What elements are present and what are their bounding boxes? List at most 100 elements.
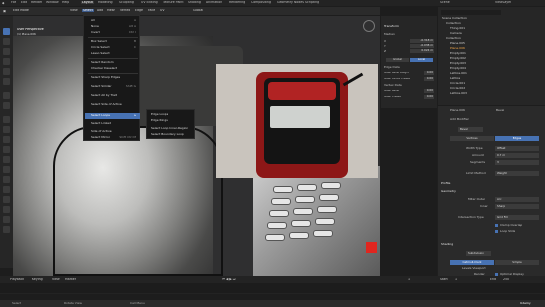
rotate-tool[interactable] — [3, 58, 10, 65]
submenu-item-edge-loops[interactable]: Edge Loops — [151, 113, 168, 116]
outliner-row[interactable]: Lattice.001 — [450, 72, 467, 75]
y-field[interactable]: -0.038 m — [410, 44, 434, 48]
mean-bevel-field[interactable]: 0.00 — [424, 89, 434, 93]
menu-item-select-all-by-trait[interactable]: Select All by Trait — [91, 94, 117, 97]
scene-selector[interactable]: Scene — [440, 1, 450, 4]
global-toggle[interactable]: Global — [386, 58, 409, 62]
outliner-row[interactable]: Collection — [446, 22, 461, 25]
poly-build-tool[interactable] — [3, 166, 10, 173]
tab-edges[interactable]: Edges — [495, 136, 539, 141]
spin-tool[interactable] — [3, 176, 10, 183]
menu-item-select-mirror[interactable]: Select Mirror — [91, 136, 110, 139]
loop-cut-tool[interactable] — [3, 146, 10, 153]
loop-slide-checkbox[interactable] — [495, 230, 498, 233]
menu-window[interactable]: Window — [46, 1, 59, 4]
limit-method-dropdown[interactable]: Weight — [495, 171, 539, 176]
tab-uv-editing[interactable]: UV Editing — [141, 1, 158, 4]
profile-section[interactable]: Profile — [441, 182, 542, 187]
menu-item-checker-deselect[interactable]: Checker Deselect — [91, 67, 117, 70]
tab-texture-paint[interactable]: Texture Paint — [163, 1, 184, 4]
tab-rendering[interactable]: Rendering — [229, 1, 245, 4]
outliner-row[interactable]: Empty.001 — [450, 52, 466, 55]
inner-dropdown[interactable]: Sharp — [495, 204, 539, 209]
outliner-row[interactable]: Lattice — [450, 77, 460, 80]
menu-file[interactable]: File — [11, 1, 16, 4]
navigation-gizmo[interactable] — [363, 20, 375, 32]
mean-crease-field[interactable]: 0.00 — [424, 95, 434, 99]
submenu-item-edge-rings[interactable]: Edge Rings — [151, 119, 168, 122]
tab-modeling[interactable]: Modeling — [98, 1, 113, 4]
play-controls-icon[interactable]: ⏮ ◀ ▶ ⏭ — [222, 278, 236, 281]
viewlayer-selector[interactable]: ViewLayer — [495, 1, 511, 4]
menu-item-select-side[interactable]: Select Side of Active — [91, 103, 122, 106]
geometry-section[interactable]: Geometry — [441, 190, 542, 195]
tab-compositing[interactable]: Compositing — [251, 1, 271, 4]
outliner-row[interactable]: Circle.002 — [450, 87, 465, 90]
smooth-tool[interactable] — [3, 186, 10, 193]
amount-field[interactable]: 0.7 m — [495, 153, 539, 158]
intersection-type-dropdown[interactable]: Grid Fill — [495, 215, 539, 220]
tab-scripting[interactable]: Scripting — [305, 1, 319, 4]
outliner-search-input[interactable] — [441, 10, 501, 15]
current-frame-field[interactable]: 1 — [408, 278, 410, 281]
tab-animation[interactable]: Animation — [206, 1, 222, 4]
bevel-tool[interactable] — [3, 136, 10, 143]
cursor-tool[interactable] — [3, 38, 10, 45]
menu-add[interactable]: Add — [97, 9, 103, 12]
outliner-row[interactable]: Empty.004 — [450, 67, 466, 70]
catmull-clark-button[interactable]: Catmull-Clark — [450, 260, 494, 265]
modifier-name-field[interactable]: Bevel — [458, 127, 483, 132]
add-modifier-button[interactable]: Add Modifier — [450, 118, 469, 121]
inset-tool[interactable] — [3, 126, 10, 133]
start-frame-field[interactable]: 1 — [455, 278, 457, 281]
menu-item-all[interactable]: All — [91, 19, 95, 22]
x-field[interactable]: -0.318 m — [410, 39, 434, 43]
outliner-row[interactable]: Plane.005 — [450, 42, 465, 45]
mean-vertex-crease-field[interactable]: 0.00 — [424, 77, 434, 81]
outliner-row[interactable]: Scene Collection — [442, 17, 467, 20]
knife-tool[interactable] — [3, 156, 10, 163]
mode-dropdown[interactable]: Edit Mode — [13, 9, 29, 12]
menu-edge[interactable]: Edge — [135, 9, 143, 12]
submenu-item-boundary-loop[interactable]: Select Boundary Loop — [151, 133, 184, 136]
transform-panel-title[interactable]: Transform — [384, 25, 399, 28]
outliner-row[interactable]: Circle.001 — [450, 82, 465, 85]
shrink-fatten-tool[interactable] — [3, 206, 10, 213]
transform-tool[interactable] — [3, 78, 10, 85]
tab-geometry-nodes[interactable]: Geometry Nodes — [277, 1, 304, 4]
clamp-overlap-checkbox[interactable] — [495, 224, 498, 227]
outliner-row-active[interactable]: Plane.006 — [450, 47, 465, 50]
simple-button[interactable]: Simple — [495, 260, 539, 265]
outliner-row[interactable]: Empty.003 — [450, 62, 466, 65]
submenu-item-loop-inner-region[interactable]: Select Loop Inner-Region — [151, 127, 188, 130]
outliner-row[interactable]: Lattice.003 — [450, 92, 467, 95]
menu-uv[interactable]: UV — [160, 9, 165, 12]
menu-edit[interactable]: Edit — [21, 1, 27, 4]
outliner-row[interactable]: Camera — [450, 32, 462, 35]
menu-item-lasso-select[interactable]: Lasso Select — [91, 52, 110, 55]
outliner-row[interactable]: Thing.001 — [450, 27, 465, 30]
menu-select[interactable]: Select — [82, 9, 94, 13]
outliner-row[interactable]: Collection — [446, 37, 461, 40]
segments-field[interactable]: 3 — [495, 160, 539, 165]
menu-item-box-select[interactable]: Box Select — [91, 40, 107, 43]
menu-item-select-loops[interactable]: Select Loops — [91, 114, 110, 117]
shading-section[interactable]: Shading — [441, 243, 542, 248]
bevel-modifier-chip[interactable]: Bevel — [496, 109, 504, 112]
rip-tool[interactable] — [3, 226, 10, 233]
z-field[interactable]: 0.024 m — [410, 49, 434, 53]
width-type-dropdown[interactable]: Offset — [495, 146, 539, 151]
timeline-view-menu[interactable]: View — [52, 278, 60, 281]
select-box-tool[interactable] — [3, 28, 10, 35]
menu-item-select-sharp-edges[interactable]: Select Sharp Edges — [91, 76, 120, 79]
measure-tool[interactable] — [3, 102, 10, 109]
menu-item-select-linked[interactable]: Select Linked — [91, 122, 111, 125]
edge-slide-tool[interactable] — [3, 196, 10, 203]
menu-render[interactable]: Render — [31, 1, 42, 4]
menu-item-none[interactable]: None — [91, 25, 99, 28]
extrude-tool[interactable] — [3, 116, 10, 123]
menu-vertex[interactable]: Vertex — [120, 9, 130, 12]
subdivision-modifier-name[interactable]: Subdivision — [466, 251, 491, 256]
miter-outer-dropdown[interactable]: Arc — [495, 197, 539, 202]
menu-item-side-of-active[interactable]: Side of Active — [91, 130, 112, 133]
